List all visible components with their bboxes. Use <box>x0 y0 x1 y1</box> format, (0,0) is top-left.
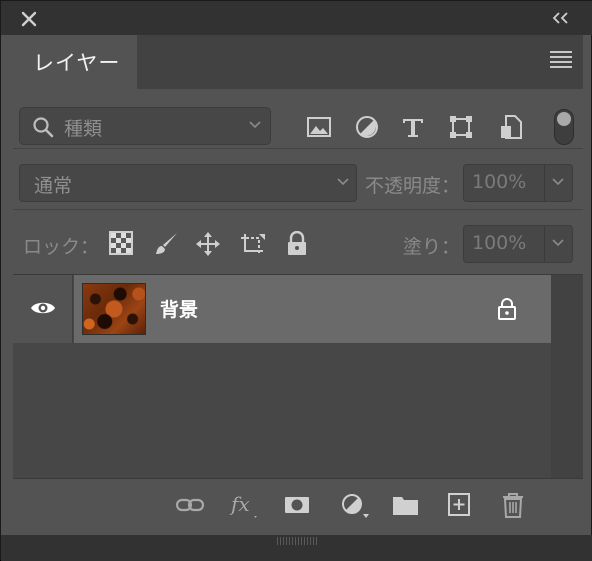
blend-mode-value: 通常 <box>34 175 73 197</box>
lock-row: ロック： 塗り： 100% <box>13 211 583 275</box>
layer-main[interactable]: 背景 <box>74 275 551 343</box>
half-circle-icon[interactable] <box>339 491 369 519</box>
grip-lines <box>277 537 317 545</box>
chevron-down-icon[interactable] <box>551 238 565 248</box>
chevron-down-icon[interactable] <box>551 177 565 187</box>
trash-icon[interactable] <box>499 491 527 519</box>
fill-field[interactable]: 100% <box>463 225 573 263</box>
close-icon[interactable] <box>19 9 39 29</box>
link-icon[interactable] <box>175 491 205 519</box>
bottom-toolbar: fx <box>13 478 583 530</box>
filter-row: 種類 <box>13 89 583 149</box>
chevron-down-icon <box>248 120 262 130</box>
panel-title-bar <box>1 1 592 35</box>
adjustment-filter-icon[interactable] <box>353 113 381 141</box>
padlock-icon <box>496 297 518 321</box>
layers-panel-window: レイヤー 種類 通常 不透明度： 100% ロック： 塗り： 100% 背景 f… <box>0 0 592 561</box>
opacity-field[interactable]: 100% <box>463 164 573 202</box>
chevron-down-icon <box>336 177 350 187</box>
layers-scrollbar[interactable] <box>551 275 583 478</box>
layer-name[interactable]: 背景 <box>160 295 198 322</box>
hamburger-menu-icon[interactable] <box>550 51 572 69</box>
fx-icon[interactable]: fx <box>229 491 257 519</box>
image-filter-icon[interactable] <box>305 113 333 141</box>
filter-toggle-switch[interactable] <box>554 109 574 145</box>
padlock-icon[interactable] <box>285 231 311 257</box>
lock-label: ロック： <box>23 236 100 258</box>
new-layer-icon[interactable] <box>445 491 473 519</box>
tab-layers-label: レイヤー <box>33 51 121 75</box>
move-arrows-icon[interactable] <box>195 231 221 257</box>
blend-mode-select[interactable]: 通常 <box>19 164 357 202</box>
filter-kind-label: 種類 <box>64 118 103 140</box>
blend-row: 通常 不透明度： 100% <box>13 150 583 210</box>
brush-icon[interactable] <box>153 231 179 257</box>
mask-icon[interactable] <box>283 491 311 519</box>
opacity-value: 100% <box>472 171 527 193</box>
folder-icon[interactable] <box>391 491 419 519</box>
filter-kind-select[interactable]: 種類 <box>19 107 271 145</box>
layer-row[interactable]: 背景 <box>13 275 551 343</box>
fill-value: 100% <box>472 232 527 254</box>
tab-strip: レイヤー <box>13 35 583 89</box>
eye-icon <box>30 299 56 317</box>
shape-filter-icon[interactable] <box>447 113 475 141</box>
tab-layers[interactable]: レイヤー <box>13 35 137 89</box>
checkerboard-icon[interactable] <box>109 231 135 257</box>
fill-label: 塗り： <box>403 236 461 258</box>
type-filter-icon[interactable] <box>399 113 427 141</box>
layer-thumbnail <box>82 283 146 335</box>
layers-panel: レイヤー 種類 通常 不透明度： 100% ロック： 塗り： 100% 背景 f… <box>13 35 583 535</box>
opacity-label: 不透明度： <box>365 175 461 197</box>
double-chevron-left-icon[interactable] <box>550 10 572 26</box>
resize-grip[interactable] <box>1 535 592 561</box>
layers-list: 背景 <box>13 275 583 478</box>
artboard-icon[interactable] <box>239 231 265 257</box>
smart-object-filter-icon[interactable] <box>497 113 525 141</box>
svg-text:fx: fx <box>229 492 250 516</box>
search-icon <box>32 116 54 138</box>
visibility-toggle[interactable] <box>13 275 73 343</box>
